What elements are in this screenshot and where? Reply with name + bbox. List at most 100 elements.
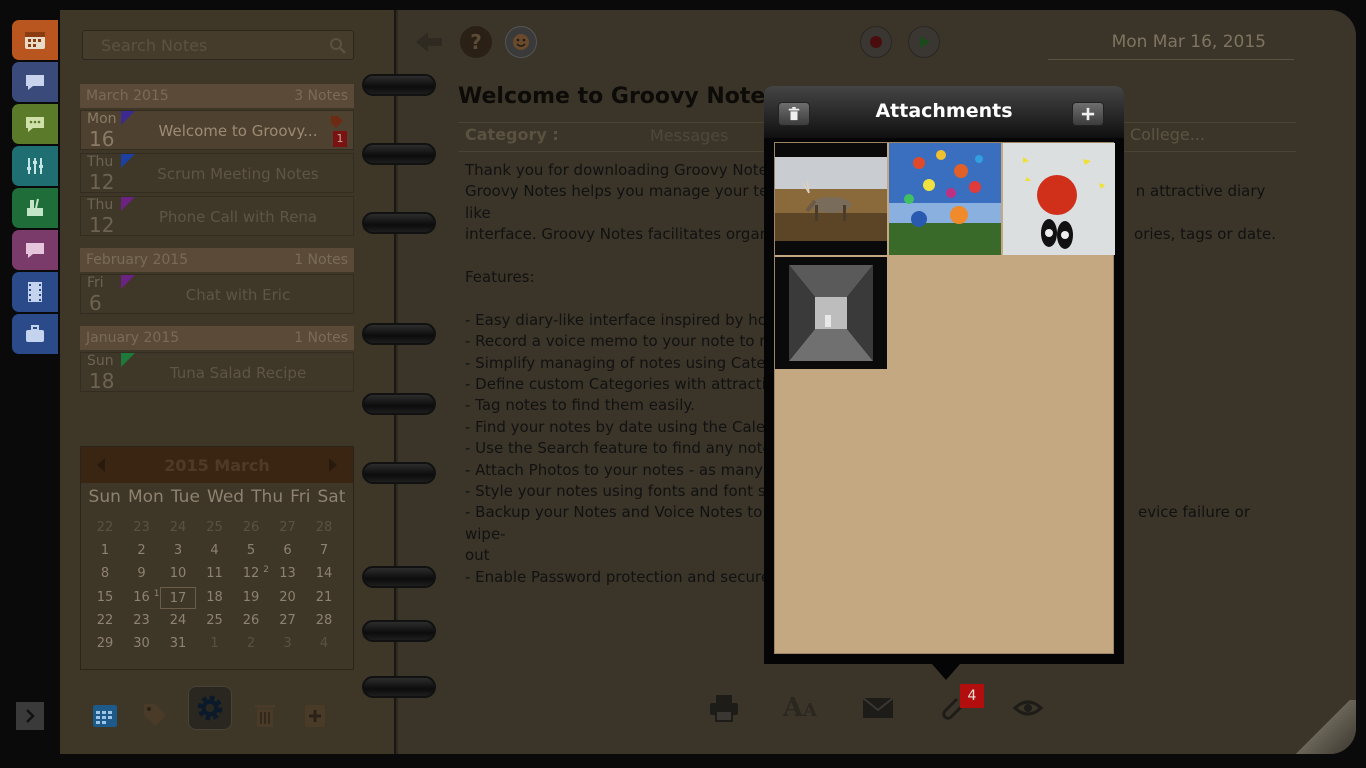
calendar-day[interactable]: 16 1 [124,587,159,609]
print-button[interactable] [704,690,744,726]
note-day-name: Mon [87,111,117,127]
note-list-item[interactable]: Thu 12 Scrum Meeting Notes [80,153,354,194]
calendar-day[interactable]: 27 [270,610,306,632]
preview-button[interactable] [1008,690,1048,726]
category-tab-food[interactable] [12,188,58,228]
calendar-day[interactable]: 25 [197,517,233,539]
prev-month-arrow[interactable] [97,458,105,472]
search-icon[interactable] [329,37,347,55]
category-tab-messages-blue[interactable] [12,62,58,102]
search-box[interactable]: Search Notes [82,30,354,60]
calendar-day[interactable]: 27 [270,517,306,539]
attachment-balloons-photo[interactable] [889,143,1001,255]
spiral-ring [362,566,436,588]
email-button[interactable] [858,690,898,726]
calendar-day[interactable]: 1 [197,633,233,655]
calendar-day[interactable]: 12 2 [233,563,269,585]
calendar-day[interactable]: 13 [270,563,306,585]
calendar-day[interactable]: 29 [87,633,123,655]
font-style-button[interactable]: AA [780,690,820,726]
calendar-day[interactable]: 21 [306,587,342,609]
note-list-item[interactable]: Fri 6 Chat with Eric [80,274,354,315]
calendar-day[interactable]: 26 [233,610,269,632]
calendar-day[interactable]: 14 [306,563,342,585]
attachment-tunnel-photo[interactable] [775,257,887,369]
play-button[interactable] [908,26,940,58]
attachment-red-umbrella-photo[interactable] [1003,143,1115,255]
calendar-day[interactable]: 4 [197,540,233,562]
popover-title: Attachments [875,100,1013,122]
calendar-day[interactable]: 10 [160,563,196,585]
trash-icon [255,705,275,727]
category-tab-calendar[interactable] [12,20,58,60]
spiral-ring [362,620,436,642]
group-count: 3 Notes [294,88,348,104]
tags-button[interactable] [138,698,172,732]
record-icon [870,36,882,48]
calendar-day[interactable]: 31 [160,633,196,655]
record-button[interactable] [860,26,892,58]
add-attachment-button[interactable] [1072,102,1104,126]
note-day-name: Thu [87,197,114,213]
calendar-day[interactable]: 23 [124,517,160,539]
calendar-day[interactable]: 22 [87,610,123,632]
calendar-day[interactable]: 3 [270,633,306,655]
chat-icon [26,243,44,258]
calendar-day[interactable]: 11 [197,563,233,585]
back-arrow-icon[interactable] [414,30,444,54]
category-tab-film[interactable] [12,272,58,312]
chevron-right-icon [26,709,35,723]
drink-icon [27,198,43,216]
calendar-day[interactable]: 22 [87,517,123,539]
calendar-day[interactable]: 26 [233,517,269,539]
calendar-day[interactable]: 30 [124,633,160,655]
settings-button[interactable] [188,686,232,730]
calendar-day[interactable]: 19 [233,587,269,609]
note-list-item[interactable]: Sun 18 Tuna Salad Recipe [80,352,354,393]
delete-note-button[interactable] [248,698,282,732]
help-button[interactable]: ? [460,26,492,58]
add-note-button[interactable] [298,698,332,732]
calendar-day[interactable]: 2 [233,633,269,655]
calendar-day[interactable]: 24 [160,517,196,539]
calendar-day[interactable]: 25 [197,610,233,632]
calendar-day[interactable]: 4 [306,633,342,655]
category-tab-work[interactable] [12,314,58,354]
calendar-day[interactable]: 24 [160,610,196,632]
page-curl[interactable] [1290,700,1356,754]
calendar-button[interactable] [88,698,122,732]
note-date-field[interactable]: Mon Mar 16, 2015 [1048,32,1294,60]
note-day-number: 16 [89,127,115,151]
note-title-heading[interactable]: Welcome to Groovy Notes! [458,84,788,109]
calendar-day[interactable]: 17 [160,586,196,609]
expand-sidebar-button[interactable] [16,702,44,730]
category-tab-chat[interactable] [12,230,58,270]
note-list-item[interactable]: Mon 16 Welcome to Groovy... 1 [80,110,354,151]
weekday-label: Mon [127,487,164,507]
group-month: March 2015 [86,88,169,104]
calendar-day[interactable]: 3 [160,540,196,562]
calendar-day[interactable]: 7 [306,540,342,562]
note-list-item[interactable]: Thu 12 Phone Call with Rena [80,196,354,237]
note-day-name: Sun [87,353,114,369]
category-tab-messages-green[interactable] [12,104,58,144]
attachment-deer-photo[interactable] [775,143,887,255]
next-month-arrow[interactable] [329,458,337,472]
calendar-day[interactable]: 18 [197,587,233,609]
category-value[interactable]: Messages [650,126,728,145]
category-tab-music[interactable] [12,146,58,186]
spiral-ring [362,393,436,415]
calendar-day[interactable]: 23 [124,610,160,632]
calendar-day[interactable]: 1 [87,540,123,562]
calendar-day[interactable]: 8 [87,563,123,585]
category-value-secondary[interactable]: College... [1130,125,1205,144]
calendar-day[interactable]: 2 [124,540,160,562]
calendar-day[interactable]: 20 [270,587,306,609]
calendar-day[interactable]: 15 [87,587,123,609]
calendar-day[interactable]: 28 [306,517,342,539]
calendar-day[interactable]: 28 [306,610,342,632]
sticker-button[interactable] [505,26,537,58]
calendar-day[interactable]: 6 [270,540,306,562]
spiral-ring [362,212,436,234]
group-header-february: February 2015 1 Notes [80,248,354,272]
